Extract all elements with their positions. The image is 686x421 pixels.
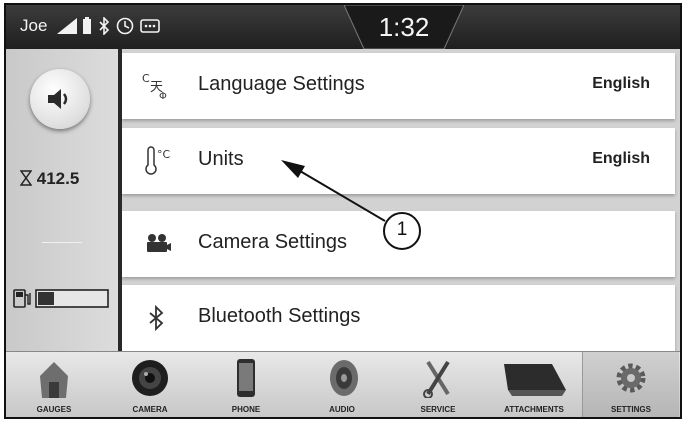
row-value: English — [592, 75, 650, 92]
speaker-icon — [48, 89, 68, 109]
settings-list: C 天 Φ Language Settings English °C Units… — [122, 49, 680, 351]
phone-icon — [237, 359, 255, 397]
row-label: Bluetooth Settings — [198, 305, 361, 327]
left-panel: 412.5 — [6, 49, 118, 351]
nav-label: SETTINGS — [610, 405, 651, 414]
battery-icon — [83, 17, 91, 34]
svg-text:Φ: Φ — [159, 91, 167, 101]
row-label: Language Settings — [198, 73, 365, 95]
bottom-nav: GAUGES CAMERA PHONE AUDIO SERVICE ATTACH… — [6, 351, 680, 417]
nav-label: PHONE — [231, 405, 261, 414]
hourglass-icon — [19, 170, 33, 186]
display-frame: Joe 1:32 412.5 C 天 Φ Language Settings E… — [4, 3, 682, 419]
hour-meter: 412.5 — [19, 169, 80, 189]
row-value: English — [592, 150, 650, 167]
nav-gauges[interactable]: GAUGES — [6, 352, 102, 417]
signal-icon — [57, 18, 77, 34]
nav-attachments[interactable]: ATTACHMENTS — [486, 352, 582, 417]
nav-label: ATTACHMENTS — [504, 405, 564, 414]
fuel-gauge — [12, 287, 112, 314]
hour-meter-value: 412.5 — [36, 169, 80, 188]
nav-label: GAUGES — [36, 405, 72, 414]
fuel-pump-icon — [13, 289, 31, 308]
nav-settings[interactable]: SETTINGS — [582, 352, 679, 417]
bluetooth-icon — [99, 17, 110, 35]
speaker-icon — [330, 360, 358, 396]
thermometer-icon: °C — [145, 146, 171, 175]
wrench-icon — [423, 360, 450, 398]
row-label: Units — [198, 148, 244, 170]
nav-label: AUDIO — [329, 405, 355, 414]
clock-icon — [116, 17, 134, 35]
bluetooth-settings-row[interactable]: Bluetooth Settings — [122, 285, 675, 351]
nav-service[interactable]: SERVICE — [390, 352, 486, 417]
fuel-level — [38, 292, 54, 305]
row-label: Camera Settings — [198, 231, 347, 253]
language-settings-row[interactable]: C 天 Φ Language Settings English — [122, 53, 675, 119]
svg-text:°C: °C — [157, 148, 171, 161]
divider — [42, 242, 82, 243]
status-bar: Joe 1:32 — [6, 5, 680, 49]
callout-number: 1 — [396, 219, 408, 240]
units-row[interactable]: °C Units English — [122, 128, 675, 194]
volume-button[interactable] — [30, 69, 90, 129]
nav-label: SERVICE — [420, 405, 456, 414]
message-icon — [140, 19, 160, 33]
bucket-icon — [504, 364, 566, 396]
nav-phone[interactable]: PHONE — [198, 352, 294, 417]
user-name: Joe — [20, 16, 48, 35]
svg-text:C: C — [142, 72, 150, 85]
bluetooth-icon — [149, 304, 164, 332]
nav-audio[interactable]: AUDIO — [294, 352, 390, 417]
nav-camera[interactable]: CAMERA — [102, 352, 198, 417]
gear-icon — [616, 363, 646, 393]
barn-icon — [40, 362, 68, 398]
camera-icon — [147, 234, 171, 252]
language-icon: C 天 Φ — [142, 72, 167, 101]
nav-label: CAMERA — [132, 405, 168, 414]
clock-time: 1:32 — [378, 12, 430, 42]
camera-lens-icon — [132, 360, 168, 396]
